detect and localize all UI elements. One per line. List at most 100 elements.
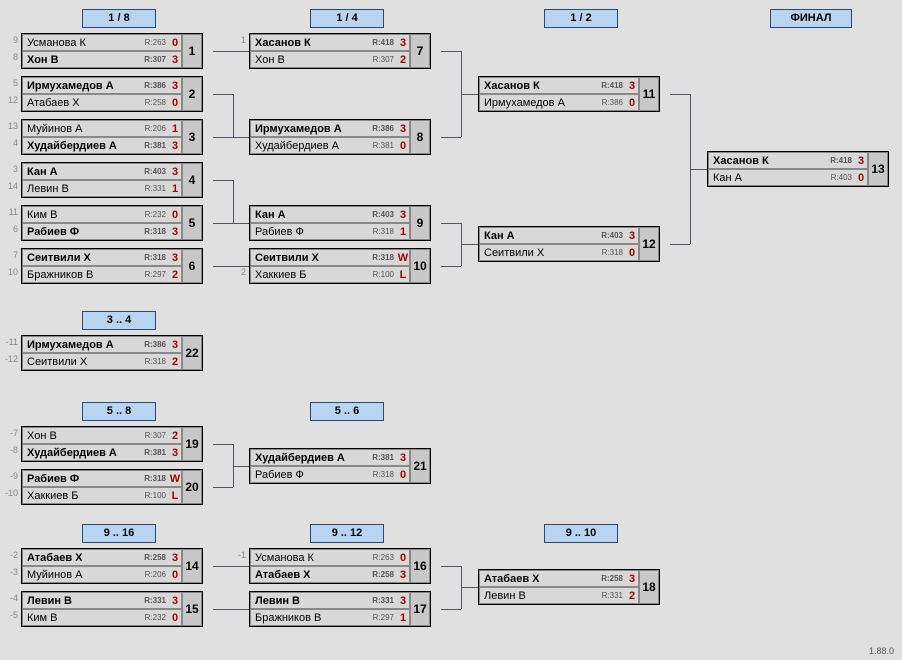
player-row: Левин ВR:3313 [22, 592, 182, 609]
match-3: 134Муйинов АR:2061Худайбердиев АR:38133 [21, 119, 203, 155]
player-rating: R:263 [373, 553, 397, 562]
player-name: Атабаев Х [251, 569, 372, 581]
player-name: Муйинов А [23, 569, 145, 581]
player-rating: R:386 [372, 124, 397, 133]
match-13: Хасанов КR:4183Кан АR:403013 [707, 151, 889, 187]
match-number: 19 [182, 427, 202, 461]
player-score: 3 [626, 573, 638, 585]
player-score: 3 [626, 80, 638, 92]
player-name: Атабаев Х [23, 552, 144, 564]
player-row: Ирмухамедов АR:3863 [22, 77, 182, 94]
match-number: 13 [868, 152, 888, 186]
bracket-line [441, 609, 461, 610]
seed: -9 [3, 471, 18, 481]
player-rating: R:258 [145, 98, 169, 107]
bracket-line [213, 180, 233, 181]
player-rating: R:318 [373, 227, 397, 236]
player-rating: R:331 [144, 596, 169, 605]
player-score: 0 [169, 209, 181, 221]
bracket-line [213, 223, 233, 224]
player-name: Ирмухамедов А [251, 123, 372, 135]
match-number: 12 [639, 227, 659, 261]
match-14: -2-3Атабаев ХR:2583Муйинов АR:206014 [21, 548, 203, 584]
player-name: Сеитвили Х [480, 247, 602, 259]
player-name: Худайбердиев А [23, 447, 144, 459]
match-2: 512Ирмухамедов АR:3863Атабаев ХR:25802 [21, 76, 203, 112]
player-row: Рабиев ФR:318W [22, 470, 182, 487]
player-row: Хасанов КR:4183 [479, 77, 639, 94]
player-row: Ирмухамедов АR:3860 [479, 94, 639, 111]
bracket-line [243, 266, 249, 267]
player-rating: R:386 [602, 98, 626, 107]
player-name: Хасанов К [480, 80, 601, 92]
player-row: Кан АR:4033 [22, 163, 182, 180]
bracket-line [233, 180, 234, 223]
match-number: 17 [410, 592, 430, 626]
player-name: Хон В [251, 54, 373, 66]
bracket-line [690, 169, 707, 170]
seed: 3 [3, 164, 18, 174]
match-11: Хасанов КR:4183Ирмухамедов АR:386011 [478, 76, 660, 112]
player-row: Ким ВR:2320 [22, 609, 182, 626]
player-row: Рабиев ФR:3183 [22, 223, 182, 240]
seed: -3 [3, 567, 18, 577]
bracket-line [670, 94, 690, 95]
player-rating: R:386 [144, 81, 169, 90]
player-row: Хасанов КR:4183 [250, 34, 410, 51]
player-score: 1 [169, 123, 181, 135]
seed: 4 [3, 138, 18, 148]
player-score: L [397, 269, 409, 281]
player-rating: R:232 [145, 210, 169, 219]
player-name: Рабиев Ф [251, 226, 373, 238]
player-rating: R:263 [145, 38, 169, 47]
match-10: 2Сеитвили ХR:318WХаккиев БR:100L10 [249, 248, 431, 284]
player-rating: R:418 [830, 156, 855, 165]
player-score: 0 [397, 469, 409, 481]
player-name: Хаккиев Б [23, 490, 145, 502]
bracket-line [243, 51, 249, 52]
player-name: Сеитвили Х [23, 252, 144, 264]
player-name: Худайбердиев А [251, 140, 373, 152]
player-score: 3 [397, 452, 409, 464]
player-name: Атабаев Х [480, 573, 601, 585]
match-number: 7 [410, 34, 430, 68]
player-name: Рабиев Ф [251, 469, 373, 481]
match-number: 15 [182, 592, 202, 626]
round-header-r916: 9 .. 16 [82, 524, 156, 543]
round-header-r34: 3 .. 4 [82, 311, 156, 330]
match-9: Кан АR:4033Рабиев ФR:31819 [249, 205, 431, 241]
player-row: Сеитвили ХR:3183 [22, 249, 182, 266]
player-score: L [169, 490, 181, 502]
seed: 2 [231, 267, 246, 277]
player-rating: R:381 [144, 141, 169, 150]
seed: 1 [231, 35, 246, 45]
round-header-rf: ФИНАЛ [770, 9, 852, 28]
seed: 9 [3, 35, 18, 45]
seed: 6 [3, 224, 18, 234]
player-rating: R:403 [144, 167, 169, 176]
seed: -7 [3, 428, 18, 438]
player-score: 1 [397, 226, 409, 238]
player-name: Бражников В [23, 269, 145, 281]
player-name: Ирмухамедов А [23, 339, 144, 351]
player-score: 3 [626, 230, 638, 242]
player-score: 3 [169, 552, 181, 564]
player-rating: R:381 [373, 141, 397, 150]
player-name: Ким В [23, 612, 145, 624]
player-rating: R:318 [145, 357, 169, 366]
bracket-line [213, 566, 243, 567]
player-row: Худайбердиев АR:3813 [22, 444, 182, 461]
player-rating: R:100 [145, 491, 169, 500]
match-number: 2 [182, 77, 202, 111]
match-number: 9 [410, 206, 430, 240]
match-5: 116Ким ВR:2320Рабиев ФR:31835 [21, 205, 203, 241]
match-7: 1Хасанов КR:4183Хон ВR:30727 [249, 33, 431, 69]
player-score: 2 [169, 269, 181, 281]
player-score: 3 [169, 339, 181, 351]
player-score: 0 [626, 97, 638, 109]
match-number: 16 [410, 549, 430, 583]
player-rating: R:307 [145, 431, 169, 440]
match-number: 21 [410, 449, 430, 483]
player-score: 0 [626, 247, 638, 259]
match-8: Ирмухамедов АR:3863Худайбердиев АR:38108 [249, 119, 431, 155]
